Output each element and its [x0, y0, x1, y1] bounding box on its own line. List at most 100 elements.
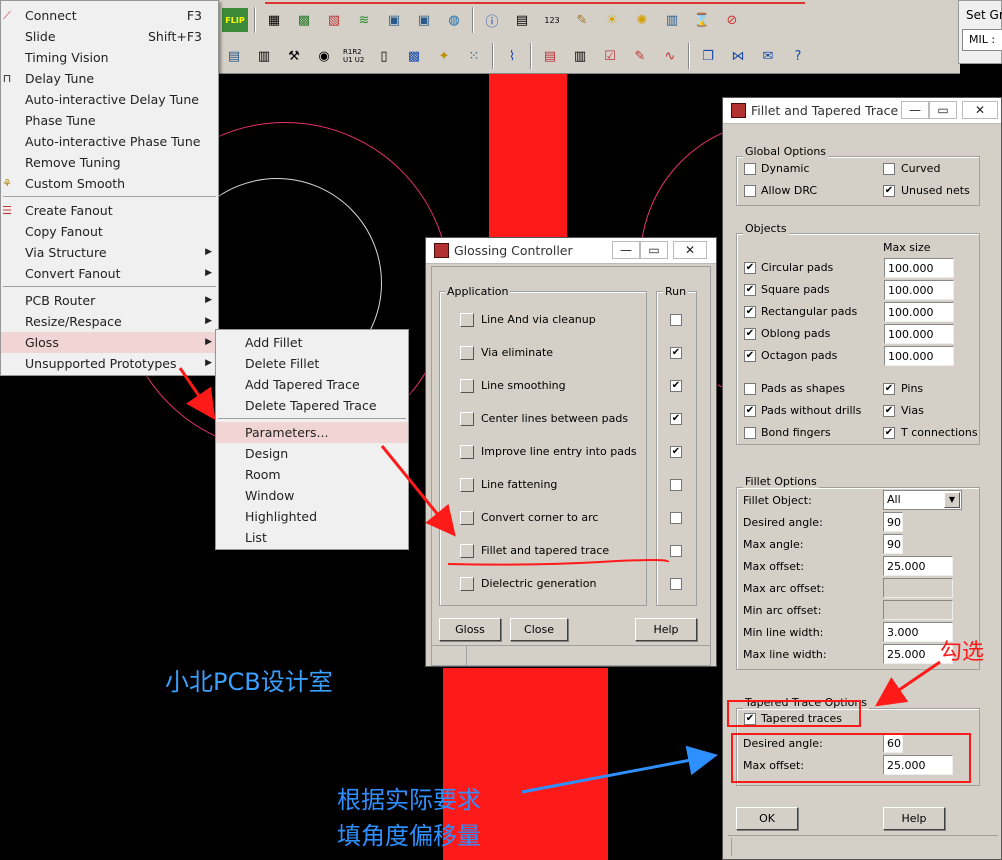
- properties-icon[interactable]: ▤: [510, 8, 534, 32]
- pad-max-size-input[interactable]: 100.000: [884, 346, 954, 366]
- pad-checkbox[interactable]: ✔: [744, 328, 756, 340]
- menu-item-delay-tune[interactable]: ⊓ Delay Tune: [1, 68, 218, 89]
- pad-checkbox[interactable]: ✔: [744, 306, 756, 318]
- page-icon[interactable]: ▯: [372, 44, 396, 68]
- gloss-step-button[interactable]: [460, 379, 474, 393]
- swap-icon[interactable]: ▧: [322, 8, 346, 32]
- globe-icon[interactable]: ◍: [442, 8, 466, 32]
- run-checkbox[interactable]: [670, 512, 682, 524]
- menu-item-convert-fanout[interactable]: Convert Fanout ▶: [1, 263, 218, 284]
- wave-icon[interactable]: ∿: [658, 44, 682, 68]
- gloss-step-button[interactable]: [460, 412, 474, 426]
- menu-item-remove-tuning[interactable]: Remove Tuning: [1, 152, 218, 173]
- submenu-item-parameters[interactable]: Parameters...: [216, 422, 408, 443]
- pad-max-size-input[interactable]: 100.000: [884, 280, 954, 300]
- desired-angle-input[interactable]: 90: [883, 512, 903, 532]
- component-grid-icon[interactable]: ▩: [292, 8, 316, 32]
- pad-max-size-input[interactable]: 100.000: [884, 324, 954, 344]
- bars-icon[interactable]: ▥: [660, 8, 684, 32]
- menu-item-gloss[interactable]: Gloss ▶: [1, 332, 218, 353]
- close-dialog-button[interactable]: Close: [510, 618, 568, 641]
- maximize-button[interactable]: ▭: [929, 101, 957, 119]
- gloss-step-button[interactable]: [460, 478, 474, 492]
- bond-fingers-checkbox[interactable]: [744, 427, 756, 439]
- gloss-step-button[interactable]: [460, 544, 474, 558]
- info-icon[interactable]: ⓘ: [480, 8, 504, 32]
- submenu-item-list[interactable]: List: [216, 527, 408, 548]
- menu-item-custom-smooth[interactable]: ⚘ Custom Smooth: [1, 173, 218, 194]
- menu-item-phase-tune[interactable]: Phase Tune: [1, 110, 218, 131]
- mil-unit-field[interactable]: MIL :: [962, 29, 1002, 51]
- menu-item-auto-delay-tune[interactable]: Auto-interactive Delay Tune: [1, 89, 218, 110]
- submenu-item-highlighted[interactable]: Highlighted: [216, 506, 408, 527]
- fillet-object-select[interactable]: All ▼: [883, 490, 962, 510]
- gloss-step-button[interactable]: [460, 346, 474, 360]
- camera-icon[interactable]: ◉: [312, 44, 336, 68]
- help-button[interactable]: Help: [883, 807, 945, 830]
- close-button[interactable]: ✕: [673, 241, 707, 259]
- pins-checkbox[interactable]: ✔: [883, 383, 895, 395]
- vias-checkbox[interactable]: ✔: [883, 405, 895, 417]
- max-angle-input[interactable]: 90: [883, 534, 903, 554]
- run-checkbox[interactable]: ✔: [670, 446, 682, 458]
- submenu-item-delete-tapered-trace[interactable]: Delete Tapered Trace: [216, 395, 408, 416]
- pad-max-size-input[interactable]: 100.000: [884, 302, 954, 322]
- dots-grid-icon[interactable]: ⁙: [462, 44, 486, 68]
- minimize-button[interactable]: —: [612, 241, 640, 259]
- gloss-step-button[interactable]: [460, 445, 474, 459]
- maximize-button[interactable]: ▭: [640, 241, 668, 259]
- menu-item-resize-respace[interactable]: Resize/Respace ▶: [1, 311, 218, 332]
- menu-item-create-fanout[interactable]: ☰ Create Fanout: [1, 200, 218, 221]
- menu-item-unsupported-prototypes[interactable]: Unsupported Prototypes ▶: [1, 353, 218, 374]
- help-button[interactable]: Help: [635, 618, 697, 641]
- open-book-icon[interactable]: ▥: [568, 44, 592, 68]
- flip-icon[interactable]: FLIP: [222, 8, 248, 32]
- gloss-step-button[interactable]: [460, 511, 474, 525]
- run-checkbox[interactable]: ✔: [670, 347, 682, 359]
- curved-checkbox[interactable]: [883, 163, 895, 175]
- run-checkbox[interactable]: [670, 545, 682, 557]
- doc-edit-icon[interactable]: ✎: [628, 44, 652, 68]
- pads-without-drills-checkbox[interactable]: ✔: [744, 405, 756, 417]
- submenu-item-delete-fillet[interactable]: Delete Fillet: [216, 353, 408, 374]
- run-checkbox[interactable]: [670, 578, 682, 590]
- t-connections-checkbox[interactable]: ✔: [883, 427, 895, 439]
- chevron-down-icon[interactable]: ▼: [944, 492, 960, 508]
- pcb-chip-icon[interactable]: ▣: [382, 8, 406, 32]
- mail-icon[interactable]: ✉: [756, 44, 780, 68]
- submenu-item-room[interactable]: Room: [216, 464, 408, 485]
- layers-icon[interactable]: ≋: [352, 8, 376, 32]
- menu-item-slide[interactable]: Slide Shift+F3: [1, 26, 218, 47]
- bowtie-icon[interactable]: ⋈: [726, 44, 750, 68]
- submenu-item-window[interactable]: Window: [216, 485, 408, 506]
- copy-window-icon[interactable]: ❐: [696, 44, 720, 68]
- gloss-step-button[interactable]: [460, 313, 474, 327]
- run-checkbox[interactable]: ✔: [670, 380, 682, 392]
- no-entry-icon[interactable]: ⊘: [720, 8, 744, 32]
- brush-icon[interactable]: ✎: [570, 8, 594, 32]
- ok-button[interactable]: OK: [736, 807, 798, 830]
- gloss-step-button[interactable]: [460, 577, 474, 591]
- help-icon[interactable]: ?: [786, 44, 810, 68]
- run-checkbox[interactable]: [670, 479, 682, 491]
- menu-item-timing-vision[interactable]: Timing Vision: [1, 47, 218, 68]
- run-checkbox[interactable]: ✔: [670, 413, 682, 425]
- book-icon[interactable]: ▥: [252, 44, 276, 68]
- gloss-button[interactable]: Gloss: [439, 618, 501, 641]
- menu-item-copy-fanout[interactable]: Copy Fanout: [1, 221, 218, 242]
- grid-icon[interactable]: ▦: [262, 8, 286, 32]
- ref-des-icon[interactable]: R1R2 U1 U2: [342, 44, 366, 68]
- pad-checkbox[interactable]: ✔: [744, 284, 756, 296]
- hourglass-icon[interactable]: ⌛: [690, 8, 714, 32]
- max-offset-input[interactable]: 25.000: [883, 556, 953, 576]
- numbering-icon[interactable]: 123: [540, 8, 564, 32]
- dynamic-checkbox[interactable]: [744, 163, 756, 175]
- tools-icon[interactable]: ⚒: [282, 44, 306, 68]
- route-icon[interactable]: ⌇: [500, 44, 524, 68]
- minimize-button[interactable]: —: [901, 101, 929, 119]
- menu-item-via-structure[interactable]: Via Structure ▶: [1, 242, 218, 263]
- menu-item-connect[interactable]: ⟋ Connect F3: [1, 5, 218, 26]
- document-icon[interactable]: ▤: [538, 44, 562, 68]
- pad-checkbox[interactable]: ✔: [744, 350, 756, 362]
- submenu-item-add-fillet[interactable]: Add Fillet: [216, 332, 408, 353]
